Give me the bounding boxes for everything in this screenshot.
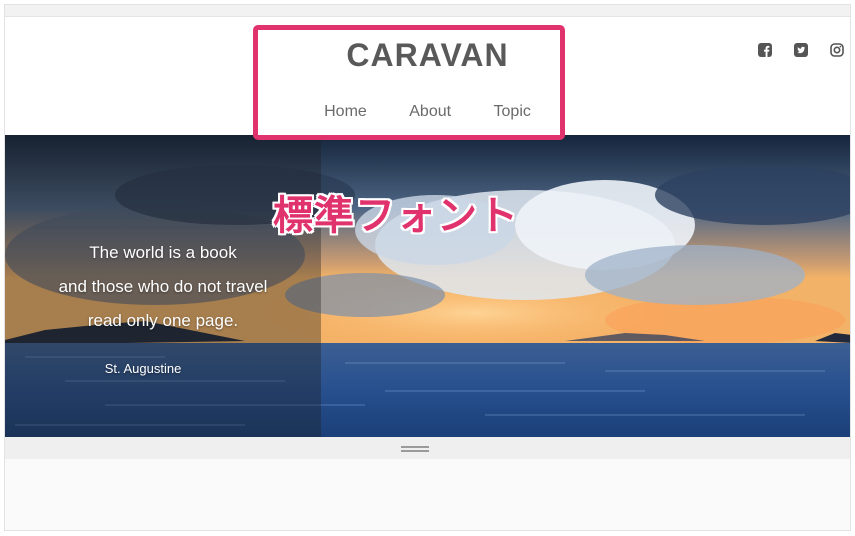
twitter-icon[interactable] xyxy=(794,43,808,57)
main-nav: Home About Topic xyxy=(5,103,850,121)
facebook-icon[interactable] xyxy=(758,43,772,57)
social-links xyxy=(758,43,844,57)
hero-banner: The world is a book and those who do not… xyxy=(5,135,850,437)
nav-item-home[interactable]: Home xyxy=(324,103,367,121)
hero-quote: The world is a book and those who do not… xyxy=(5,236,321,338)
annotation-label: 標準フォント xyxy=(273,193,519,239)
drag-handle-icon[interactable] xyxy=(401,446,429,452)
nav-item-about[interactable]: About xyxy=(409,103,451,121)
instagram-icon[interactable] xyxy=(830,43,844,57)
top-strip xyxy=(5,5,850,17)
quote-line: read only one page. xyxy=(87,311,239,330)
nav-item-topic[interactable]: Topic xyxy=(494,103,531,121)
quote-author: St. Augustine xyxy=(104,361,182,376)
content-area xyxy=(5,459,850,530)
site-header: CARAVAN Home About Topic xyxy=(5,17,850,135)
site-title[interactable]: CARAVAN xyxy=(5,37,850,74)
quote-line: and those who do not travel xyxy=(58,277,268,296)
browser-frame: CARAVAN Home About Topic The world is a … xyxy=(4,4,851,531)
quote-line: The world is a book xyxy=(89,243,237,262)
